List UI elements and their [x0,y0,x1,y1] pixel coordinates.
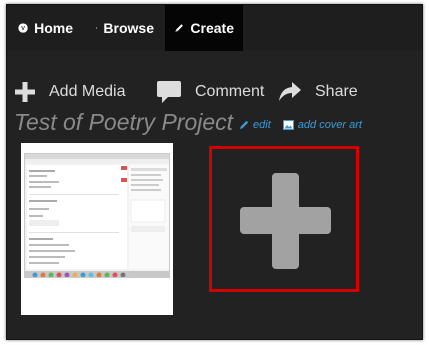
nav-home-label: Home [34,20,73,36]
nav-browse[interactable]: Browse [87,5,163,51]
image-icon [282,120,294,130]
app-window: V Home Browse Create Add Media Comment S… [6,4,423,340]
add-media-button[interactable]: Add Media [15,79,126,105]
nav-browse-label: Browse [103,20,154,36]
add-media-label: Add Media [49,83,126,100]
thumbnail-preview-graphic [25,154,169,277]
plus-icon [15,82,35,102]
comment-label: Comment [195,83,265,100]
comment-button[interactable]: Comment [157,79,264,105]
comment-icon [157,81,181,103]
media-thumbnail[interactable] [21,143,173,315]
edit-label: edit [253,118,271,131]
share-button[interactable]: Share [279,79,358,105]
svg-text:V: V [21,26,25,32]
project-title: Test of Poetry Project [14,109,234,135]
share-label: Share [315,83,358,100]
add-media-placeholder[interactable] [209,146,359,292]
add-cover-art-link[interactable]: add cover art [282,119,362,131]
plus-icon-horizontal-bar [240,207,331,234]
pencil-icon [240,120,249,129]
globe-icon [96,27,98,29]
nav-create[interactable]: Create [165,5,243,51]
share-arrow-icon [279,82,301,101]
edit-title-link[interactable]: edit [239,119,271,131]
nav-home[interactable]: V Home [9,5,82,51]
project-title-row: Test of Poetry Project edit add cover ar… [14,109,362,139]
nav-create-label: Create [190,20,234,36]
add-cover-art-label: add cover art [297,119,362,131]
site-logo-icon: V [18,23,28,33]
top-navbar: V Home Browse Create [7,5,422,51]
screenshot-thumbnail-image [24,153,170,278]
pencil-icon [175,24,183,32]
